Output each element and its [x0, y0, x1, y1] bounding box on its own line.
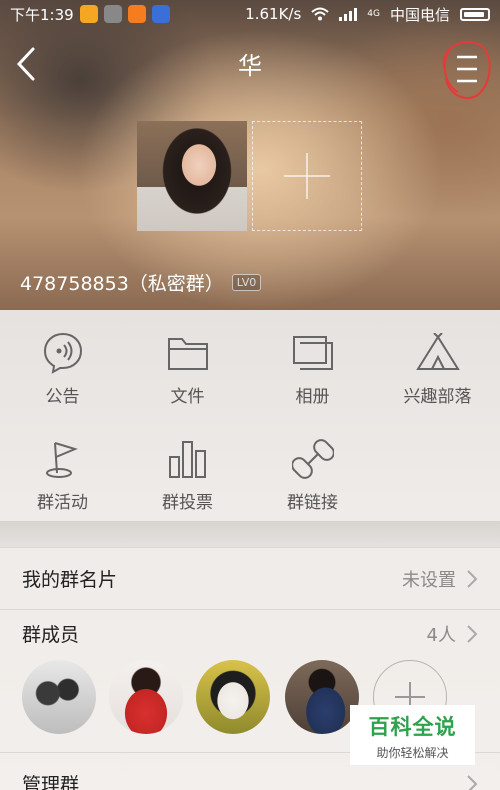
- avatar[interactable]: [22, 660, 96, 734]
- grid-item-group-activity[interactable]: 群活动: [0, 434, 125, 524]
- tent-icon: [415, 333, 460, 370]
- grid-label: 文件: [170, 387, 205, 407]
- network-speed: 1.61K/s: [245, 5, 302, 23]
- grid-item-album[interactable]: 相册: [250, 328, 375, 418]
- row-value: 未设置: [402, 569, 456, 591]
- chevron-right-icon: [467, 569, 478, 588]
- message-notification-icon: [127, 5, 146, 23]
- group-id-line: 478758853（私密群） LV0: [20, 269, 262, 296]
- grid-item-files[interactable]: 文件: [125, 328, 250, 418]
- grid-label: 群投票: [162, 493, 213, 513]
- group-id: 478758853（私密群）: [20, 273, 224, 295]
- chevron-right-icon: [467, 774, 478, 790]
- plus-icon: [284, 153, 330, 199]
- link-icon: [291, 439, 334, 479]
- menu-icon: [442, 41, 491, 99]
- grid-item-group-vote[interactable]: 群投票: [125, 434, 250, 524]
- status-bar: 下午1:39 1.61K/s 4G 中国电信: [0, 0, 500, 28]
- grid-item-announcement[interactable]: 公告: [0, 328, 125, 418]
- app-notification-icon: [103, 5, 122, 23]
- album-icon: [292, 336, 333, 370]
- status-time: 下午1:39: [10, 5, 74, 24]
- my-group-card-row[interactable]: 我的群名片 未设置: [0, 547, 500, 609]
- add-photo-button[interactable]: [252, 121, 362, 231]
- carrier-name: 中国电信: [389, 5, 450, 24]
- folder-icon: [167, 338, 208, 370]
- avatar[interactable]: [285, 660, 359, 734]
- row-label: 群成员: [22, 624, 80, 646]
- grid-label: 相册: [295, 387, 330, 407]
- battery-icon: [460, 7, 490, 21]
- page-title: 华: [238, 52, 262, 80]
- watermark-title: 百科全说: [368, 715, 457, 739]
- bar-chart-icon: [168, 441, 206, 478]
- level-badge: LV0: [231, 274, 262, 291]
- grid-label: 公告: [45, 387, 80, 407]
- chevron-right-icon: [467, 624, 478, 643]
- flag-icon: [45, 442, 78, 478]
- avatar[interactable]: [196, 660, 270, 734]
- grid-item-group-link[interactable]: 群链接: [250, 434, 375, 524]
- watermark-subtitle: 助你轻松解决: [376, 746, 449, 760]
- grid-item-interest-tribe[interactable]: 兴趣部落: [375, 328, 500, 418]
- signal-icon: [339, 7, 358, 21]
- section-divider: [0, 521, 500, 547]
- network-type: 4G: [367, 9, 380, 19]
- grid-label: 群活动: [37, 493, 88, 513]
- wifi-icon: [311, 7, 329, 21]
- avatar[interactable]: [109, 660, 183, 734]
- nav-bar: 华: [0, 36, 500, 99]
- watermark: 百科全说 助你轻松解决: [350, 705, 475, 765]
- grid-label: 兴趣部落: [403, 387, 472, 407]
- row-label: 我的群名片: [22, 569, 118, 591]
- group-members-row[interactable]: 群成员 4人: [0, 609, 500, 657]
- row-label: 管理群: [22, 774, 80, 790]
- grid-label: 群链接: [287, 493, 338, 513]
- group-photo[interactable]: [137, 121, 247, 231]
- announcement-icon: [43, 332, 82, 374]
- member-count: 4人: [426, 624, 456, 646]
- app-notification-icon: [79, 5, 98, 23]
- settings-notification-icon: [151, 5, 170, 23]
- menu-button[interactable]: [436, 38, 492, 100]
